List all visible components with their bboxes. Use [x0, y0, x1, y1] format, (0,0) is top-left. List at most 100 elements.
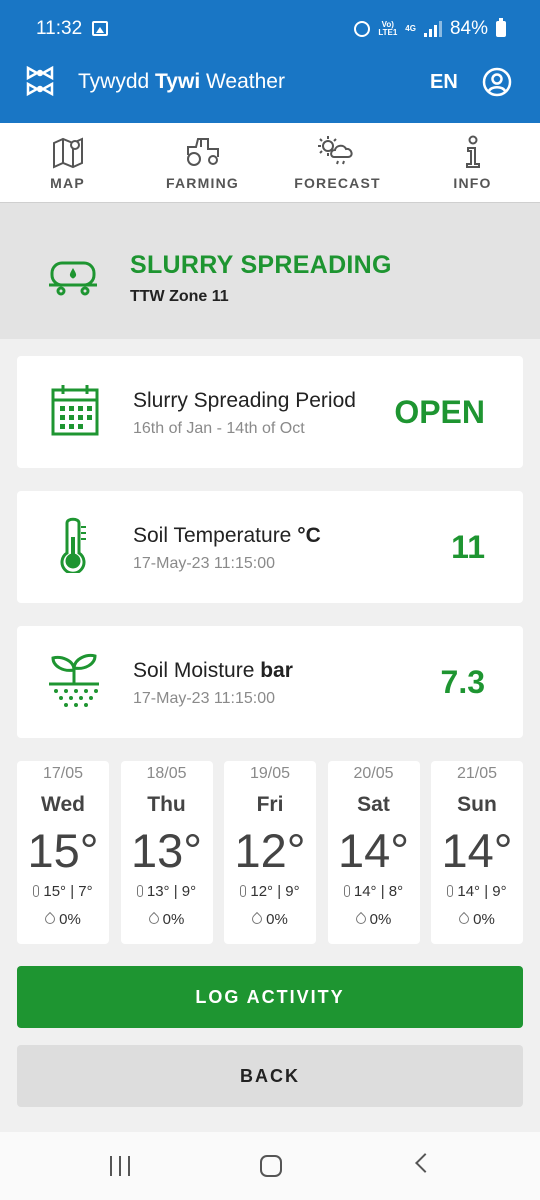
- status-time: 11:32: [36, 18, 83, 39]
- battery-percent: 84%: [449, 18, 488, 39]
- system-back-icon[interactable]: [415, 1153, 435, 1173]
- home-icon[interactable]: [260, 1155, 282, 1177]
- battery-icon: [496, 18, 506, 37]
- nav-forecast[interactable]: FORECAST: [270, 123, 405, 203]
- nav-info-label: INFO: [453, 175, 492, 191]
- raindrop-icon: [43, 911, 58, 927]
- soil-temperature-title-text: Soil Temperature: [133, 524, 298, 547]
- forecast-rain-value: 0%: [59, 911, 81, 928]
- app-title-bold: Tywi: [155, 70, 201, 93]
- raindrop-icon: [353, 911, 368, 927]
- top-bar: 11:32 Vo) LTE1 4G 84% Tywydd Tywi Weathe…: [0, 0, 540, 123]
- forecast-high-low: 15° | 7°: [17, 883, 109, 900]
- thermometer-icon: [60, 517, 86, 573]
- weather-icon: [317, 136, 353, 165]
- language-toggle[interactable]: EN: [430, 71, 458, 94]
- soil-temperature-title: Soil Temperature °C: [133, 524, 321, 548]
- alarm-icon: [354, 21, 371, 37]
- forecast-high: 13°: [146, 883, 170, 900]
- farm-logo-icon[interactable]: [25, 64, 55, 98]
- forecast-strip: 17/05 Wed 15° 15° | 7° 0% 18/05 Thu 13° …: [17, 761, 523, 944]
- forecast-rain: 0%: [121, 911, 213, 928]
- forecast-high: 12°: [250, 883, 274, 900]
- forecast-low: 9°: [181, 883, 197, 900]
- log-activity-button[interactable]: LOG ACTIVITY: [17, 966, 523, 1028]
- status-bar: 11:32 Vo) LTE1 4G 84%: [0, 0, 540, 58]
- thermometer-small-icon: [240, 885, 247, 897]
- forecast-rain: 0%: [17, 911, 109, 928]
- soil-moisture-card[interactable]: Soil Moisture bar 17-May-23 11:15:00 7.3: [17, 626, 523, 738]
- forecast-high-low: 14° | 9°: [431, 883, 523, 900]
- forecast-rain: 0%: [431, 911, 523, 928]
- spreading-period-title: Slurry Spreading Period: [133, 389, 356, 413]
- nav-map-label: MAP: [50, 175, 85, 191]
- recent-apps-icon[interactable]: [110, 1156, 132, 1176]
- forecast-day[interactable]: 21/05 Sun 14° 14° | 9° 0%: [431, 761, 523, 944]
- gallery-icon: [92, 21, 108, 36]
- app-title-suffix: Weather: [200, 70, 285, 93]
- forecast-date: 18/05: [146, 765, 187, 782]
- forecast-rain: 0%: [328, 911, 420, 928]
- soil-temperature-card[interactable]: Soil Temperature °C 17-May-23 11:15:00 1…: [17, 491, 523, 603]
- raindrop-icon: [146, 911, 161, 927]
- forecast-day[interactable]: 19/05 Fri 12° 12° | 9° 0%: [224, 761, 316, 944]
- app-title: Tywydd Tywi Weather: [78, 70, 285, 94]
- soil-temperature-value: 11: [451, 529, 485, 565]
- forecast-high: 14°: [457, 883, 481, 900]
- map-pin-icon: [52, 137, 83, 169]
- forecast-rain: 0%: [224, 911, 316, 928]
- forecast-date: 19/05: [249, 765, 291, 782]
- forecast-date: 21/05: [456, 765, 498, 782]
- spreading-period-card[interactable]: Slurry Spreading Period 16th of Jan - 14…: [17, 356, 523, 468]
- soil-moisture-value: 7.3: [440, 664, 485, 700]
- forecast-day[interactable]: 18/05 Thu 13° 13° | 9° 0%: [120, 761, 213, 944]
- soil-moisture-title-text: Soil Moisture: [133, 659, 261, 682]
- calendar-icon: [51, 385, 99, 436]
- info-icon: [465, 135, 480, 168]
- forecast-rain-value: 0%: [162, 911, 185, 928]
- soil-moisture-unit: bar: [260, 659, 293, 682]
- nav-map[interactable]: MAP: [0, 123, 135, 203]
- plant-soil-icon: [49, 654, 99, 707]
- tractor-icon: [186, 138, 219, 166]
- back-button[interactable]: BACK: [17, 1045, 523, 1107]
- forecast-temp: 15°: [27, 824, 99, 877]
- forecast-temp: 14°: [337, 824, 410, 877]
- signal-icon: [423, 21, 442, 37]
- forecast-weekday: Sat: [357, 793, 390, 816]
- page-header: SLURRY SPREADING TTW Zone 11: [0, 203, 540, 339]
- forecast-temp: 12°: [234, 824, 306, 877]
- app-title-prefix: Tywydd: [78, 70, 156, 93]
- system-nav-bar: [0, 1132, 540, 1200]
- forecast-high: 15°: [43, 883, 67, 900]
- nav-farming[interactable]: FARMING: [135, 123, 270, 203]
- soil-moisture-timestamp: 17-May-23 11:15:00: [133, 690, 276, 707]
- account-circle-icon[interactable]: [482, 67, 512, 97]
- zone-label: TTW Zone 11: [130, 288, 229, 305]
- forecast-rain-value: 0%: [369, 911, 392, 928]
- forecast-weekday: Fri: [256, 793, 284, 816]
- forecast-weekday: Thu: [147, 793, 186, 816]
- forecast-rain-value: 0%: [473, 911, 495, 928]
- network-indicator: Vo) LTE1: [378, 21, 397, 37]
- forecast-day[interactable]: 17/05 Wed 15° 15° | 7° 0%: [17, 761, 109, 944]
- nav-farming-label: FARMING: [166, 175, 239, 191]
- forecast-low: 7°: [78, 883, 93, 900]
- soil-temperature-timestamp: 17-May-23 11:15:00: [133, 555, 276, 572]
- soil-moisture-title: Soil Moisture bar: [133, 659, 293, 683]
- app-bar: Tywydd Tywi Weather EN: [0, 58, 540, 123]
- forecast-high: 14°: [353, 883, 377, 900]
- raindrop-icon: [457, 911, 472, 927]
- nav-forecast-label: FORECAST: [294, 175, 381, 191]
- thermometer-small-icon: [33, 885, 40, 897]
- spreading-period-status: OPEN: [394, 394, 485, 430]
- network-lte-label: LTE1: [378, 28, 398, 37]
- forecast-day[interactable]: 20/05 Sat 14° 14° | 8° 0%: [327, 761, 420, 944]
- forecast-low: 9°: [285, 883, 300, 900]
- network-type: 4G: [405, 24, 416, 33]
- forecast-weekday: Wed: [41, 793, 85, 816]
- raindrop-icon: [250, 911, 265, 927]
- slurry-tanker-icon: [49, 261, 97, 296]
- forecast-temp: 14°: [441, 824, 513, 877]
- nav-info[interactable]: INFO: [405, 123, 540, 203]
